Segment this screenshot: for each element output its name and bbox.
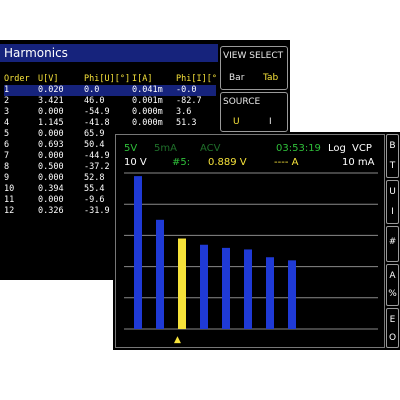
bar-chart-panel: 5V 5mA ACV 03:53:19 Log VCP 10 V #5: 0.8… bbox=[115, 134, 385, 348]
table-row[interactable]: 4 1.145 -41.8 0.000m 51.3 bbox=[4, 118, 216, 129]
side-button-e-label: E bbox=[389, 315, 396, 325]
source-i-option[interactable]: I bbox=[269, 117, 272, 127]
side-button-o-label: O bbox=[388, 333, 397, 343]
cell-phi-u: 50.4 bbox=[84, 140, 105, 150]
side-buttons: B T U I # A % E O bbox=[385, 132, 400, 350]
cell-phi-u: -37.2 bbox=[84, 162, 110, 172]
table-row[interactable]: 1 0.020 0.0 0.041m -0.0 bbox=[4, 85, 216, 96]
cell-phi-u: -54.9 bbox=[84, 107, 110, 117]
side-button-u-label: U bbox=[389, 187, 396, 197]
cell-phi-i: 3.6 bbox=[176, 107, 192, 117]
harmonic-bar-2 bbox=[156, 219, 164, 329]
col-order-header: Order bbox=[4, 74, 30, 84]
cell-u-value: 0.000 bbox=[38, 173, 64, 183]
cell-order: 2 bbox=[4, 96, 10, 106]
cell-order: 9 bbox=[4, 173, 10, 183]
harmonics-bar-chart bbox=[124, 172, 378, 330]
col-u-header: U[V] bbox=[38, 74, 59, 84]
cell-phi-u: -31.9 bbox=[84, 206, 110, 216]
cell-u-value: 0.020 bbox=[38, 85, 64, 95]
cell-phi-u: 65.9 bbox=[84, 129, 105, 139]
cell-u-value: 0.000 bbox=[38, 151, 64, 161]
cell-u-value: 0.000 bbox=[38, 107, 64, 117]
cell-phi-u: 55.4 bbox=[84, 184, 105, 194]
table-row[interactable]: 2 3.421 46.0 0.001m -82.7 bbox=[4, 96, 216, 107]
cell-order: 4 bbox=[4, 118, 10, 128]
side-button-ui[interactable]: U I bbox=[386, 180, 399, 224]
col-i-header: I[A] bbox=[132, 74, 153, 84]
view-select-label: VIEW SELECT bbox=[223, 51, 284, 61]
harmonic-bar-5 bbox=[222, 247, 230, 329]
cell-phi-u: -41.8 bbox=[84, 118, 110, 128]
harmonic-bar-7 bbox=[266, 257, 274, 329]
cell-u-value: 0.000 bbox=[38, 195, 64, 205]
cell-u-value: 0.000 bbox=[38, 129, 64, 139]
harmonic-bar-8 bbox=[288, 260, 296, 329]
side-button-hash[interactable]: # bbox=[386, 226, 399, 262]
source-u-option[interactable]: U bbox=[233, 117, 240, 127]
cell-phi-u: -44.9 bbox=[84, 151, 110, 161]
side-button-percent-label: % bbox=[388, 289, 397, 299]
side-button-hash-label: # bbox=[388, 237, 397, 247]
table-header: Order U[V] Phi[U][°] I[A] Phi[I][°] bbox=[4, 74, 222, 85]
cell-i-value: 0.041m bbox=[132, 85, 163, 95]
cell-u-value: 0.394 bbox=[38, 184, 64, 194]
cell-phi-i: 51.3 bbox=[176, 118, 197, 128]
side-button-a-label: A bbox=[389, 271, 396, 281]
cell-u-value: 3.421 bbox=[38, 96, 64, 106]
cell-order: 8 bbox=[4, 162, 10, 172]
view-bar-option[interactable]: Bar bbox=[229, 73, 244, 83]
view-select-group: VIEW SELECT Bar Tab bbox=[220, 46, 288, 90]
view-tab-option[interactable]: Tab bbox=[263, 73, 278, 83]
side-button-bt[interactable]: B T bbox=[386, 134, 399, 178]
cell-i-value: 0.000m bbox=[132, 107, 163, 117]
cell-u-value: 0.500 bbox=[38, 162, 64, 172]
cell-order: 5 bbox=[4, 129, 10, 139]
harmonic-bar-1 bbox=[134, 176, 142, 329]
harmonic-cursor-marker[interactable]: ▲ bbox=[174, 335, 181, 345]
harmonic-bar-3 bbox=[178, 238, 186, 329]
col-phi-u-header: Phi[U][°] bbox=[84, 74, 131, 84]
cell-order: 7 bbox=[4, 151, 10, 161]
harmonics-title: Harmonics bbox=[0, 44, 218, 62]
cell-u-value: 0.693 bbox=[38, 140, 64, 150]
source-label: SOURCE bbox=[223, 97, 261, 107]
table-row[interactable]: 3 0.000 -54.9 0.000m 3.6 bbox=[4, 107, 216, 118]
cell-order: 6 bbox=[4, 140, 10, 150]
side-button-i-label: I bbox=[391, 207, 394, 217]
cell-order: 3 bbox=[4, 107, 10, 117]
col-phi-i-header: Phi[I][°] bbox=[176, 74, 223, 84]
cell-phi-u: 0.0 bbox=[84, 85, 100, 95]
cell-u-value: 0.326 bbox=[38, 206, 64, 216]
cell-i-value: 0.000m bbox=[132, 118, 163, 128]
cell-phi-u: -9.6 bbox=[84, 195, 105, 205]
cell-phi-u: 46.0 bbox=[84, 96, 105, 106]
harmonics-bar-screen: 5V 5mA ACV 03:53:19 Log VCP 10 V #5: 0.8… bbox=[113, 132, 400, 350]
cell-order: 10 bbox=[4, 184, 15, 194]
harmonic-bar-6 bbox=[244, 249, 252, 329]
harmonic-bar-4 bbox=[200, 244, 208, 329]
side-button-eo[interactable]: E O bbox=[386, 308, 399, 348]
side-button-t-label: T bbox=[389, 161, 396, 171]
cell-i-value: 0.001m bbox=[132, 96, 163, 106]
cell-order: 11 bbox=[4, 195, 15, 205]
side-button-b-label: B bbox=[389, 141, 396, 151]
cell-order: 1 bbox=[4, 85, 10, 95]
cell-phi-i: -0.0 bbox=[176, 85, 197, 95]
cell-phi-i: -82.7 bbox=[176, 96, 202, 106]
source-group: SOURCE U I bbox=[220, 92, 288, 132]
cell-u-value: 1.145 bbox=[38, 118, 64, 128]
side-button-a-percent[interactable]: A % bbox=[386, 264, 399, 306]
cell-phi-u: 52.8 bbox=[84, 173, 105, 183]
cell-order: 12 bbox=[4, 206, 15, 216]
